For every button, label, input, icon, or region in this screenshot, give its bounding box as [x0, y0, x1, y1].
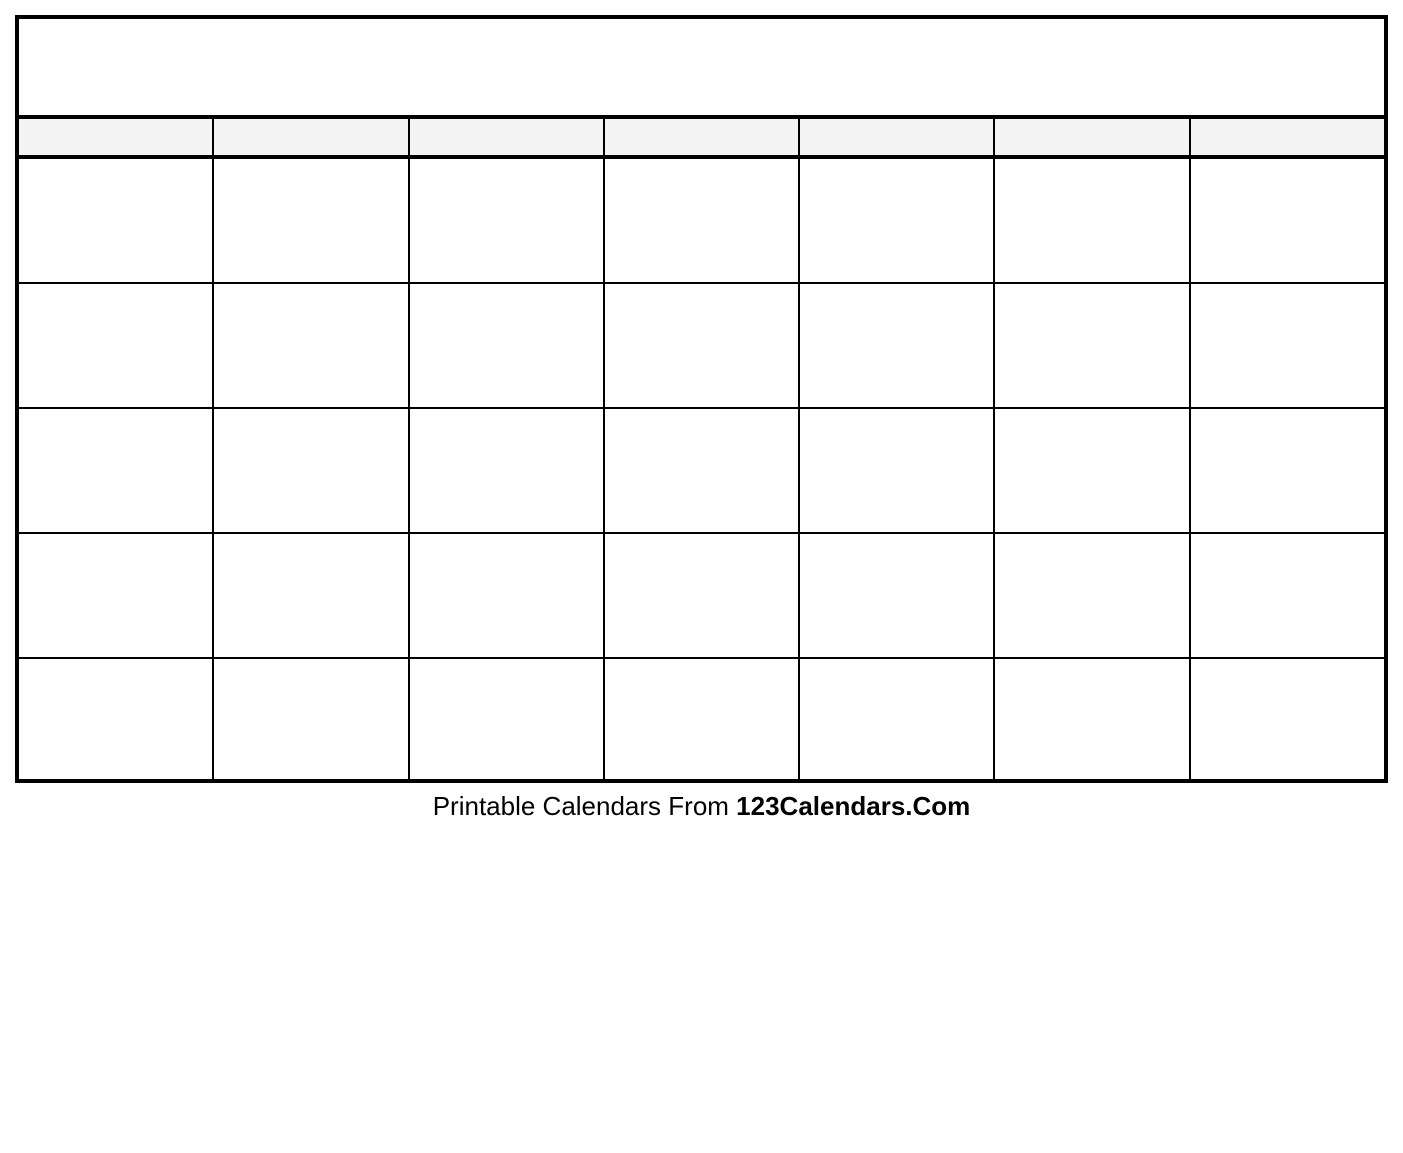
- calendar-row: [19, 534, 1384, 659]
- calendar-cell: [1191, 284, 1384, 407]
- calendar-cell: [214, 284, 409, 407]
- calendar-cell: [1191, 159, 1384, 282]
- calendar-header-cell: [995, 119, 1190, 155]
- calendar-cell: [605, 409, 800, 532]
- calendar-cell: [800, 659, 995, 779]
- calendar-cell: [1191, 659, 1384, 779]
- calendar-row: [19, 159, 1384, 284]
- calendar-header-cell: [214, 119, 409, 155]
- calendar-cell: [19, 409, 214, 532]
- calendar-cell: [410, 159, 605, 282]
- calendar-cell: [410, 409, 605, 532]
- calendar-cell: [995, 534, 1190, 657]
- calendar-cell: [800, 534, 995, 657]
- calendar-header-cell: [605, 119, 800, 155]
- calendar-cell: [410, 659, 605, 779]
- calendar-row: [19, 284, 1384, 409]
- calendar-header-cell: [1191, 119, 1384, 155]
- calendar-header-cell: [19, 119, 214, 155]
- calendar-cell: [995, 159, 1190, 282]
- caption: Printable Calendars From 123Calendars.Co…: [15, 783, 1388, 830]
- calendar-cell: [19, 534, 214, 657]
- calendar-header-row: [19, 119, 1384, 159]
- calendar-cell: [1191, 409, 1384, 532]
- calendar-cell: [800, 159, 995, 282]
- calendar-cell: [1191, 534, 1384, 657]
- calendar-cell: [19, 284, 214, 407]
- calendar-cell: [410, 534, 605, 657]
- caption-source: 123Calendars.Com: [736, 791, 970, 821]
- calendar-cell: [605, 159, 800, 282]
- calendar-cell: [800, 409, 995, 532]
- caption-prefix: Printable Calendars From: [433, 791, 736, 821]
- calendar-header-cell: [800, 119, 995, 155]
- calendar-cell: [214, 409, 409, 532]
- calendar-cell: [214, 659, 409, 779]
- calendar-cell: [214, 534, 409, 657]
- calendar-cell: [410, 284, 605, 407]
- calendar-title-area: [19, 19, 1384, 119]
- calendar-cell: [995, 284, 1190, 407]
- calendar-cell: [605, 659, 800, 779]
- calendar-cell: [995, 409, 1190, 532]
- calendar-cell: [19, 159, 214, 282]
- calendar-cell: [995, 659, 1190, 779]
- calendar-row: [19, 409, 1384, 534]
- calendar-row: [19, 659, 1384, 779]
- calendar-header-cell: [410, 119, 605, 155]
- calendar-cell: [605, 284, 800, 407]
- calendar-cell: [19, 659, 214, 779]
- calendar-cell: [214, 159, 409, 282]
- calendar-container: [15, 15, 1388, 783]
- calendar-cell: [605, 534, 800, 657]
- calendar-cell: [800, 284, 995, 407]
